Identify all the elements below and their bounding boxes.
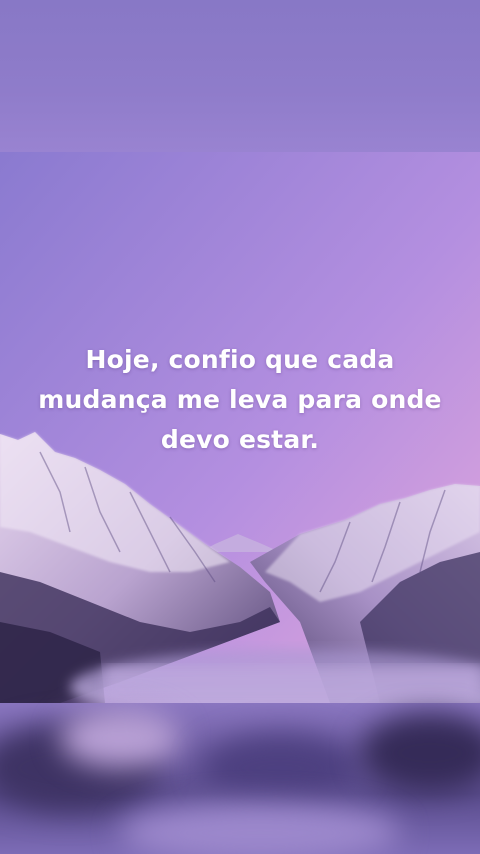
video-frame: Hoje, confio que cada mudança me leva pa… (0, 0, 480, 854)
quote-line-1: Hoje, confio que cada (85, 345, 395, 374)
blurred-background-bottom (0, 703, 480, 854)
quote-line-2: mudança me leva para onde (38, 385, 442, 414)
mountain-photo: Hoje, confio que cada mudança me leva pa… (0, 152, 480, 703)
quote-line-3: devo estar. (160, 425, 320, 454)
quote-text: Hoje, confio que cada mudança me leva pa… (0, 340, 480, 460)
blurred-background-top (0, 0, 480, 152)
